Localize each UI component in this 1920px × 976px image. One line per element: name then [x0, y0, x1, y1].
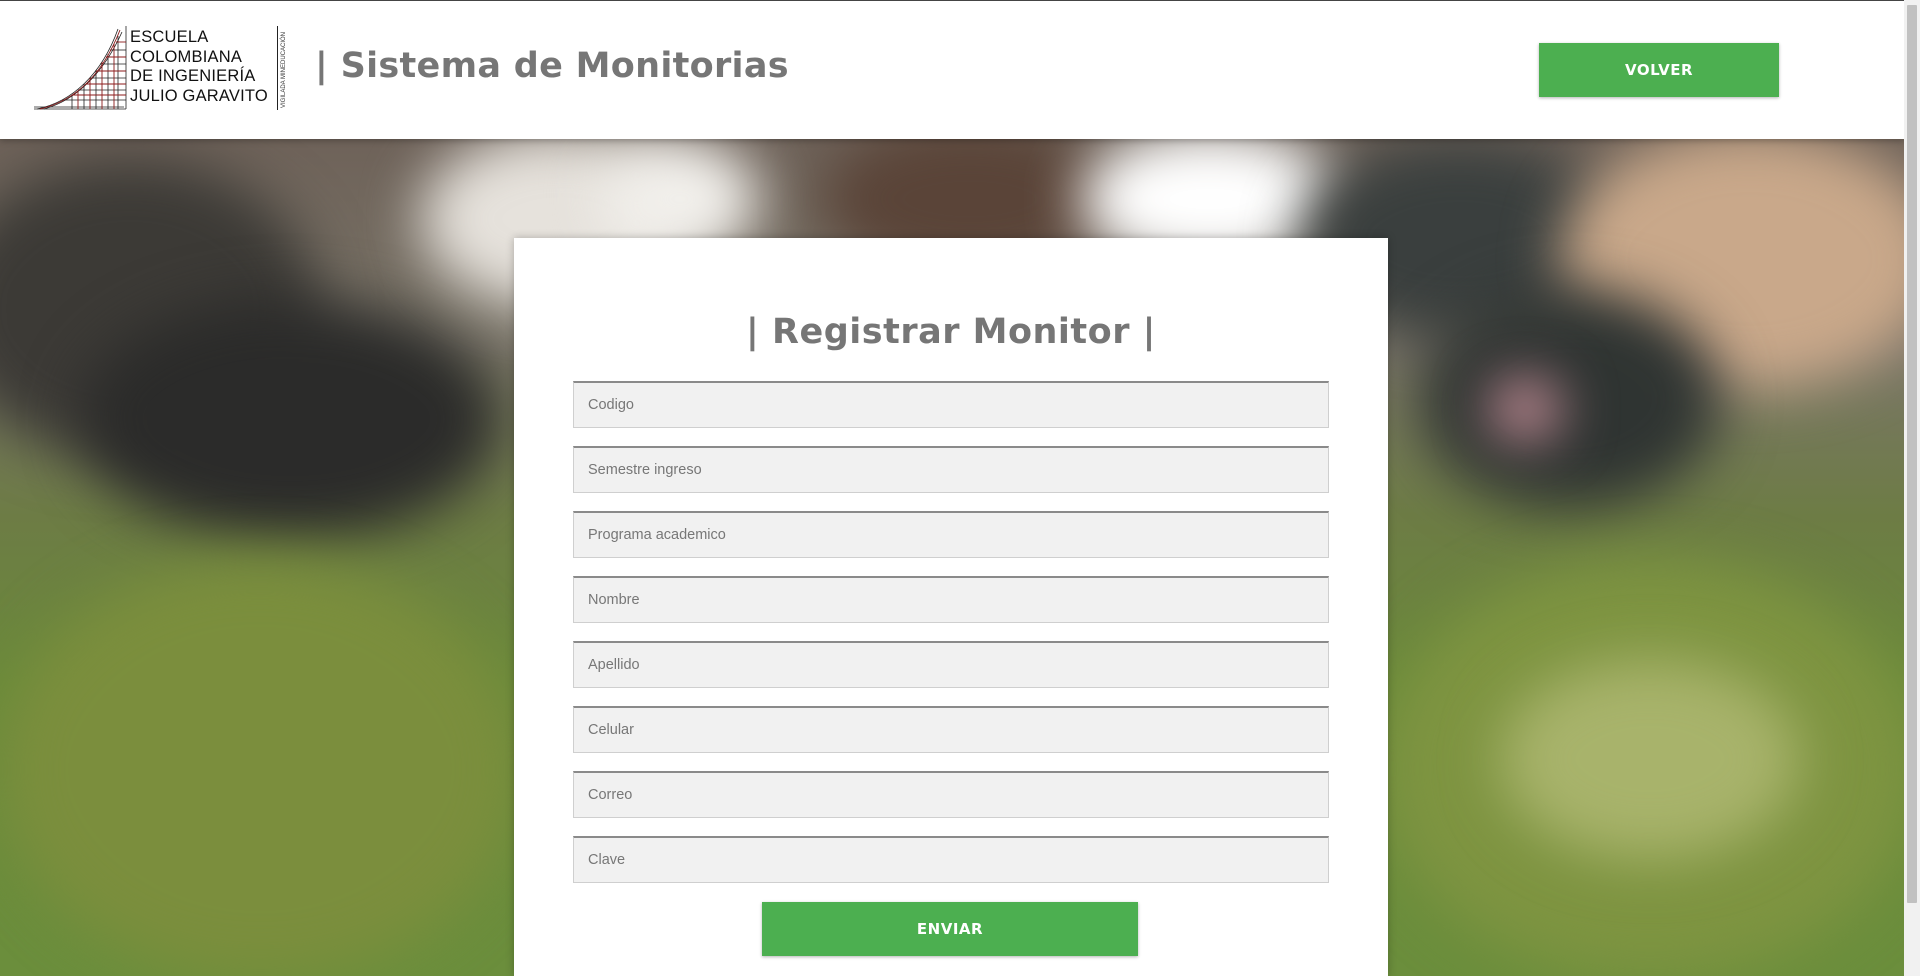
submit-button[interactable]: ENVIAR — [762, 902, 1138, 956]
header-bar: ESCUELA COLOMBIANA DE INGENIERÍA JULIO G… — [0, 0, 1904, 139]
codigo-input[interactable] — [573, 381, 1329, 428]
celular-input[interactable] — [573, 706, 1329, 753]
logo-line: COLOMBIANA — [130, 47, 243, 66]
logo-line: DE INGENIERÍA — [130, 67, 256, 85]
logo-graphic — [34, 26, 127, 110]
scrollbar-thumb[interactable] — [1907, 5, 1917, 903]
clave-input[interactable] — [573, 836, 1329, 883]
logo-divider — [277, 26, 278, 110]
correo-input[interactable] — [573, 771, 1329, 818]
back-button[interactable]: VOLVER — [1539, 43, 1779, 97]
nombre-input[interactable] — [573, 576, 1329, 623]
logo-text: ESCUELA COLOMBIANA DE INGENIERÍA JULIO G… — [130, 28, 268, 106]
app-title: | Sistema de Monitorias — [315, 46, 789, 86]
apellido-input[interactable] — [573, 641, 1329, 688]
logo-line: ESCUELA — [130, 28, 209, 46]
logo-line: JULIO GARAVITO — [130, 86, 268, 105]
logo-vertical-text: VIGILADA MINEDUCACIÓN — [281, 31, 287, 108]
semestre-ingreso-input[interactable] — [573, 446, 1329, 493]
form-title: | Registrar Monitor | — [746, 312, 1156, 352]
university-logo[interactable]: ESCUELA COLOMBIANA DE INGENIERÍA JULIO G… — [32, 24, 288, 112]
register-form-card: | Registrar Monitor | ENVIAR — [514, 238, 1388, 976]
programa-academico-input[interactable] — [573, 511, 1329, 558]
window-top-border — [0, 0, 1904, 1]
